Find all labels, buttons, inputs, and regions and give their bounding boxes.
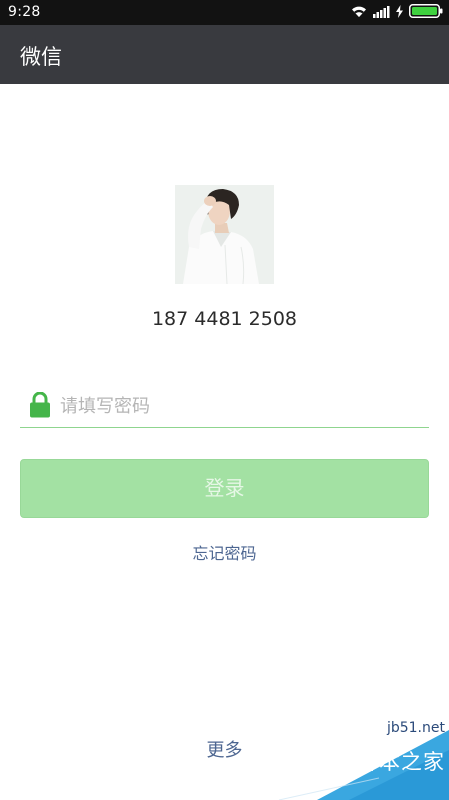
forgot-password-link[interactable]: 忘记密码 <box>0 540 449 564</box>
status-time: 9:28 <box>8 4 41 20</box>
account-phone-number: 187 4481 2508 <box>151 308 298 330</box>
avatar <box>175 185 274 284</box>
charging-icon <box>396 3 403 22</box>
password-field <box>20 388 429 428</box>
battery-icon <box>409 3 443 22</box>
wifi-icon <box>351 3 367 22</box>
status-icons <box>351 3 443 22</box>
title-bar: 微信 <box>0 25 449 84</box>
page-title: 微信 <box>20 45 62 69</box>
status-bar: 9:28 <box>0 0 449 25</box>
lock-icon <box>29 391 51 422</box>
watermark-name: 脚本之家 <box>357 750 445 774</box>
watermark: jb51.net 脚本之家 <box>259 720 449 800</box>
signal-icon <box>373 3 390 22</box>
password-input[interactable] <box>60 390 420 422</box>
watermark-url: jb51.net <box>386 720 445 736</box>
login-button[interactable]: 登录 <box>20 459 429 518</box>
